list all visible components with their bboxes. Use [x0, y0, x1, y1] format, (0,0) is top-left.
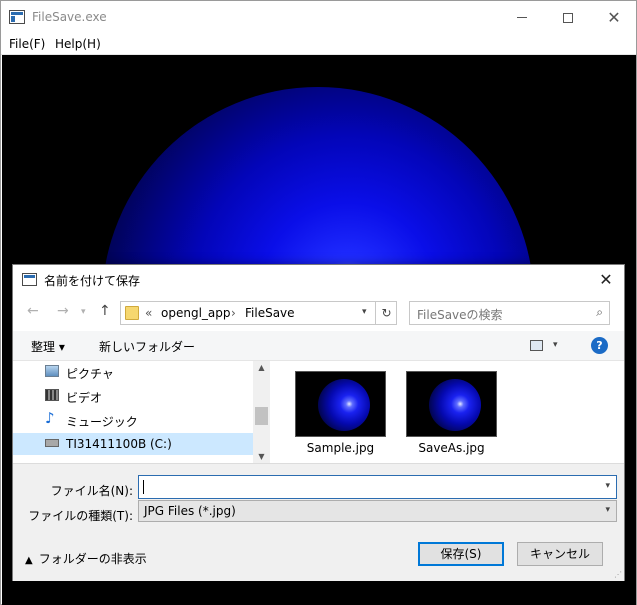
minimize-icon [517, 17, 527, 18]
filetype-label: ファイルの種類(T): [28, 509, 133, 523]
close-icon: ✕ [599, 270, 613, 289]
refresh-button[interactable]: ↻ [375, 302, 397, 324]
refresh-icon: ↻ [381, 306, 392, 320]
dialog-icon [22, 273, 37, 286]
navigation-pane: ピクチャ ビデオ ♪ ミュージック TI31411100B (C:) ▲ ▼ [13, 361, 270, 463]
search-icon: ⌕ [596, 305, 603, 319]
dialog-close-button[interactable]: ✕ [594, 269, 618, 291]
pictures-icon [45, 365, 59, 377]
view-dropdown-icon[interactable]: ▾ [553, 340, 558, 350]
address-dropdown-icon[interactable]: ▾ [362, 307, 367, 317]
folder-icon [125, 306, 139, 320]
save-as-dialog: 名前を付けて保存 ✕ ← → ▾ ↑ « opengl_app › FileSa… [12, 264, 625, 581]
file-name: SaveAs.jpg [418, 441, 485, 455]
cancel-button[interactable]: キャンセル [517, 542, 603, 566]
sphere-thumbnail [318, 379, 370, 431]
filetype-select[interactable]: JPG Files (*.jpg) ▾ [138, 500, 617, 522]
organize-menu-button[interactable]: 整理 ▾ [31, 338, 65, 355]
breadcrumb-filesave[interactable]: FileSave [245, 306, 295, 320]
window-titlebar: FileSave.exe ✕ [1, 1, 636, 34]
nav-scrollbar[interactable]: ▲ ▼ [253, 361, 270, 463]
scrollbar-thumb[interactable] [255, 407, 268, 425]
scroll-up-icon[interactable]: ▲ [253, 363, 270, 372]
nav-item-drive-c[interactable]: TI31411100B (C:) [13, 433, 253, 455]
file-item-saveas[interactable]: SaveAs.jpg [404, 371, 499, 461]
sphere-thumbnail [429, 379, 481, 431]
nav-item-label: ミュージック [66, 415, 138, 429]
maximize-button[interactable] [545, 1, 591, 34]
window-title: FileSave.exe [32, 10, 107, 24]
music-icon: ♪ [45, 409, 55, 427]
file-name: Sample.jpg [306, 441, 375, 455]
close-icon: ✕ [607, 7, 621, 27]
file-thumbnail [406, 371, 497, 437]
view-options-icon[interactable] [530, 340, 543, 351]
save-button[interactable]: 保存(S) [418, 542, 504, 566]
breadcrumb-opengl-app[interactable]: opengl_app [161, 306, 231, 320]
close-button[interactable]: ✕ [591, 1, 637, 34]
navigation-bar: ← → ▾ ↑ « opengl_app › FileSave ▾ ↻ File… [13, 295, 624, 331]
nav-item-pictures[interactable]: ピクチャ [13, 361, 253, 383]
file-item-sample[interactable]: Sample.jpg [293, 371, 388, 461]
address-overflow[interactable]: « [145, 306, 152, 320]
dialog-title: 名前を付けて保存 [44, 274, 141, 288]
nav-item-videos[interactable]: ビデオ [13, 385, 253, 407]
nav-item-music[interactable]: ♪ ミュージック [13, 409, 253, 431]
nav-item-label: TI31411100B (C:) [66, 437, 172, 451]
app-icon [9, 10, 25, 24]
menu-file[interactable]: File(F) [9, 37, 45, 51]
filetype-value: JPG Files (*.jpg) [144, 504, 236, 518]
menu-help[interactable]: Help(H) [55, 37, 101, 51]
help-icon[interactable]: ? [591, 337, 608, 354]
back-arrow-icon[interactable]: ← [27, 303, 39, 319]
minimize-button[interactable] [499, 1, 545, 34]
breadcrumb-separator-icon[interactable]: › [231, 306, 236, 320]
scroll-down-icon[interactable]: ▼ [253, 452, 270, 461]
filename-label: ファイル名(N): [50, 484, 133, 498]
maximize-icon [563, 12, 573, 23]
text-caret [143, 480, 144, 494]
search-input[interactable]: FileSaveの検索 ⌕ [409, 301, 610, 325]
up-arrow-icon[interactable]: ↑ [99, 303, 111, 319]
forward-arrow-icon[interactable]: → [57, 303, 69, 319]
filename-dropdown-icon[interactable]: ▾ [605, 481, 610, 491]
video-icon [45, 389, 59, 401]
nav-item-label: ビデオ [66, 391, 103, 405]
menu-bar: File(F) Help(H) [1, 34, 636, 55]
recent-locations-chevron-icon[interactable]: ▾ [81, 307, 86, 317]
resize-grip-icon[interactable]: ⋰ [614, 570, 622, 579]
hide-folders-label: フォルダーの非表示 [38, 552, 147, 566]
hide-folders-toggle[interactable]: ▲ フォルダーの非表示 [25, 550, 147, 567]
search-placeholder: FileSaveの検索 [417, 308, 503, 322]
file-thumbnail [295, 371, 386, 437]
drive-icon [45, 439, 59, 447]
dialog-titlebar: 名前を付けて保存 ✕ [13, 265, 624, 295]
chevron-up-icon: ▲ [25, 555, 33, 566]
new-folder-button[interactable]: 新しいフォルダー [99, 338, 195, 355]
nav-item-label: ピクチャ [66, 367, 114, 381]
command-bar: 整理 ▾ 新しいフォルダー ▾ ? [13, 331, 624, 361]
address-bar[interactable]: « opengl_app › FileSave ▾ ↻ [120, 301, 397, 325]
save-form: ファイル名(N): ▾ ファイルの種類(T): JPG Files (*.jpg… [13, 463, 624, 581]
filetype-dropdown-icon[interactable]: ▾ [605, 505, 610, 515]
filename-field[interactable]: ▾ [138, 475, 617, 499]
file-list: Sample.jpg SaveAs.jpg [271, 361, 624, 463]
